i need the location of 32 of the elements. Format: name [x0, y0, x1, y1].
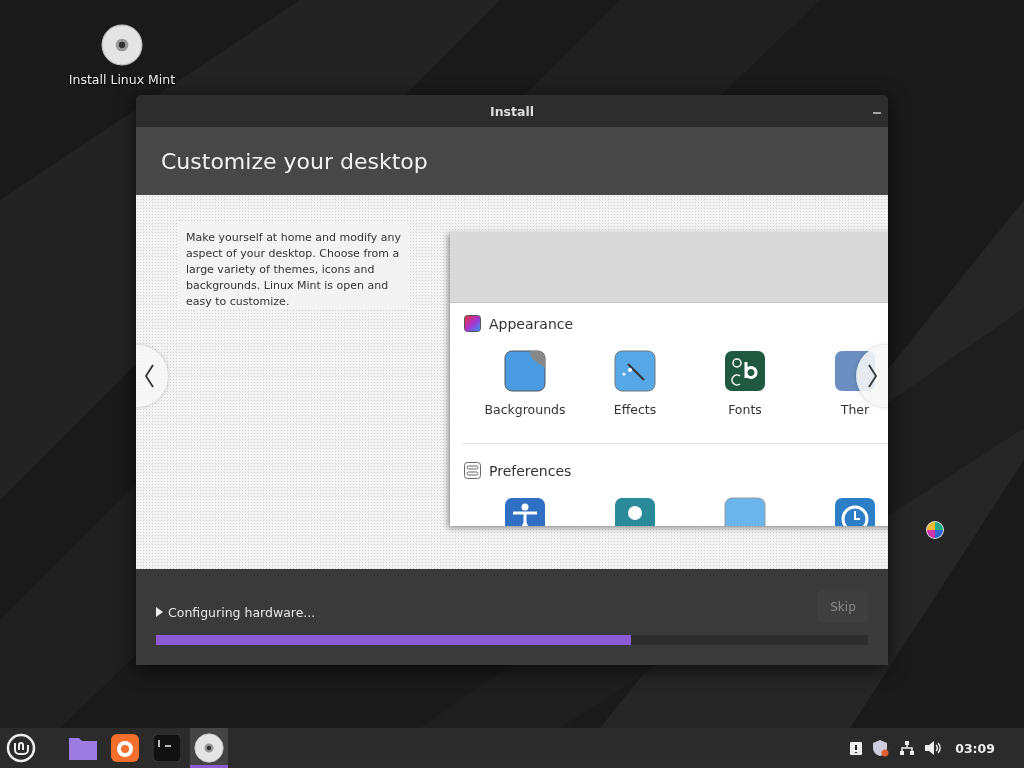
- settings-item-label: Effects: [613, 402, 657, 417]
- color-wheel-icon: [925, 520, 945, 540]
- slide-description: Make yourself at home and modify any aspect of your desktop. Choose from a large variety of themes, icons and backgrounds. Linux Mint is open and easy to customize.: [178, 222, 410, 310]
- chevron-left-icon: [144, 364, 154, 388]
- folder-icon: [68, 735, 98, 761]
- settings-item-label: Backgrounds: [484, 402, 566, 417]
- section-title: Preferences: [489, 462, 572, 479]
- desktop-icon-label[interactable]: Install Linux Mint: [68, 72, 176, 87]
- status-text: Configuring hardware...: [168, 604, 316, 620]
- disc-icon: [101, 24, 143, 66]
- clock[interactable]: 03:09: [955, 740, 995, 756]
- toggles-icon: [464, 462, 481, 479]
- clipboard-icon[interactable]: [849, 740, 864, 756]
- window-title: Install: [490, 103, 534, 119]
- fonts-icon: [724, 350, 766, 392]
- network-icon[interactable]: [899, 740, 916, 756]
- magic-wand-icon: [614, 350, 656, 392]
- settings-item-label: Ther: [840, 402, 870, 417]
- wallpaper-icon: [504, 350, 546, 392]
- menu-logo-icon[interactable]: [6, 733, 36, 763]
- section-title: Appearance: [489, 315, 574, 332]
- expander-icon[interactable]: [156, 607, 163, 617]
- volume-icon[interactable]: [924, 740, 943, 756]
- terminal-icon: [153, 734, 181, 762]
- disc-icon: [194, 733, 224, 763]
- taskbar-app-button[interactable]: [190, 728, 228, 768]
- chevron-right-icon: [868, 364, 878, 388]
- palette-icon: [464, 315, 481, 332]
- page-heading: Customize your desktop: [161, 148, 428, 174]
- shield-icon[interactable]: [872, 739, 891, 757]
- settings-item-label: Fonts: [728, 402, 762, 417]
- browser-icon: [111, 734, 139, 762]
